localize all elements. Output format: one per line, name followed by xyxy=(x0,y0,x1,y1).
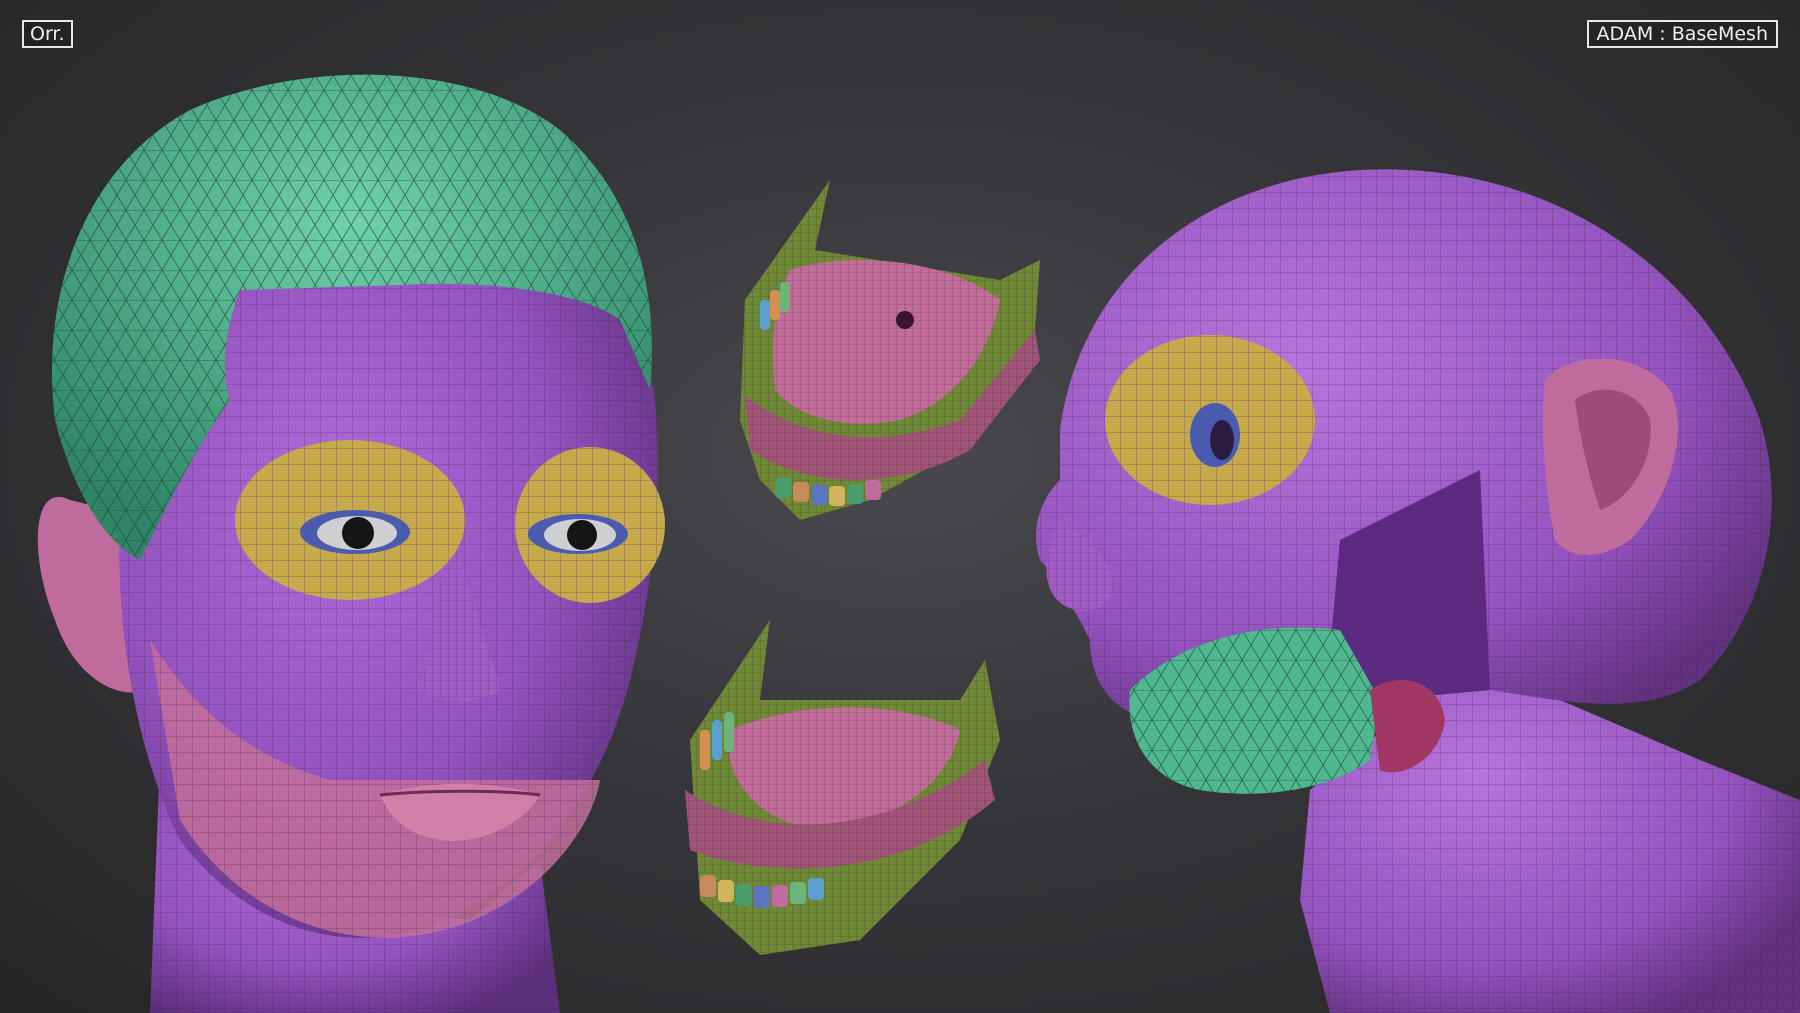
mouth-upper-view[interactable] xyxy=(740,180,1040,520)
head-front-view[interactable] xyxy=(37,74,665,1013)
mesh-name-label: ADAM : BaseMesh xyxy=(1586,20,1778,48)
view-mode-label: Orr. xyxy=(22,20,73,48)
mouth-lower-view[interactable] xyxy=(685,620,1000,955)
head-side-view[interactable] xyxy=(1036,169,1800,1013)
viewport-canvas[interactable] xyxy=(0,0,1800,1013)
3d-viewport[interactable]: Orr. ADAM : BaseMesh xyxy=(0,0,1800,1013)
